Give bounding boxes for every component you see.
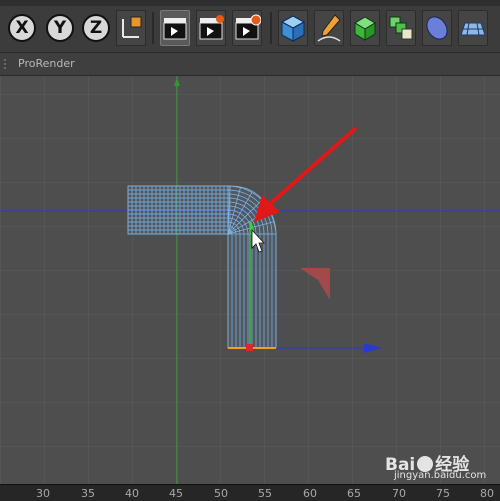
render-view-button[interactable] [160, 10, 190, 46]
ruler-tick: 65 [347, 487, 361, 500]
render-to-picture-viewer-button[interactable] [196, 10, 226, 46]
coordinate-system-button[interactable] [116, 10, 146, 46]
clapboard-icon [163, 18, 187, 40]
floor-grid-icon [460, 22, 486, 36]
toolbar-separator [270, 12, 272, 44]
add-cube-button[interactable] [278, 10, 308, 46]
toolbar-separator [152, 12, 154, 44]
ruler-tick: 50 [214, 487, 228, 500]
ruler-tick: 35 [81, 487, 95, 500]
bend-deformer-icon [426, 16, 448, 40]
ruler-tick: 70 [392, 487, 406, 500]
watermark-site: jingyan.baidu.com [394, 470, 487, 481]
z-axis-lock-button[interactable]: Z [82, 14, 110, 42]
object-pivot-handle[interactable] [246, 344, 253, 351]
pen-icon [317, 14, 341, 42]
subdivision-cube-icon [354, 16, 376, 41]
cube-icon [280, 15, 306, 42]
title-strip [0, 0, 500, 6]
ruler-tick: 75 [436, 487, 450, 500]
ruler-tick: 80 [480, 487, 494, 500]
clapboard-gear-icon [235, 14, 262, 40]
subdivision-surface-button[interactable] [350, 10, 380, 46]
clapboard-play-icon [199, 15, 224, 40]
main-toolbar: X Y Z [0, 0, 500, 53]
floor-button[interactable] [458, 10, 488, 46]
ruler-tick: 30 [36, 487, 50, 500]
render-settings-button[interactable] [232, 10, 262, 46]
array-cubes-icon [389, 16, 413, 40]
ruler-tick: 45 [169, 487, 183, 500]
x-axis-lock-button[interactable]: X [8, 14, 36, 42]
world-axis-icon [122, 16, 142, 38]
ruler-tick: 40 [125, 487, 139, 500]
panel-grip-icon[interactable] [4, 59, 12, 69]
3d-viewport[interactable] [0, 76, 500, 484]
viewport-menubar: ProRender [0, 53, 500, 76]
ruler-tick: 55 [258, 487, 272, 500]
ruler-tick: 60 [303, 487, 317, 500]
viewport-canvas[interactable] [0, 76, 500, 484]
y-axis-lock-button[interactable]: Y [46, 14, 74, 42]
array-button[interactable] [386, 10, 416, 46]
deformer-button[interactable] [422, 10, 452, 46]
pen-spline-button[interactable] [314, 10, 344, 46]
timeline-ruler[interactable]: 30 35 40 45 50 55 60 65 70 75 80 [0, 484, 500, 501]
menu-prorender[interactable]: ProRender [18, 57, 75, 70]
